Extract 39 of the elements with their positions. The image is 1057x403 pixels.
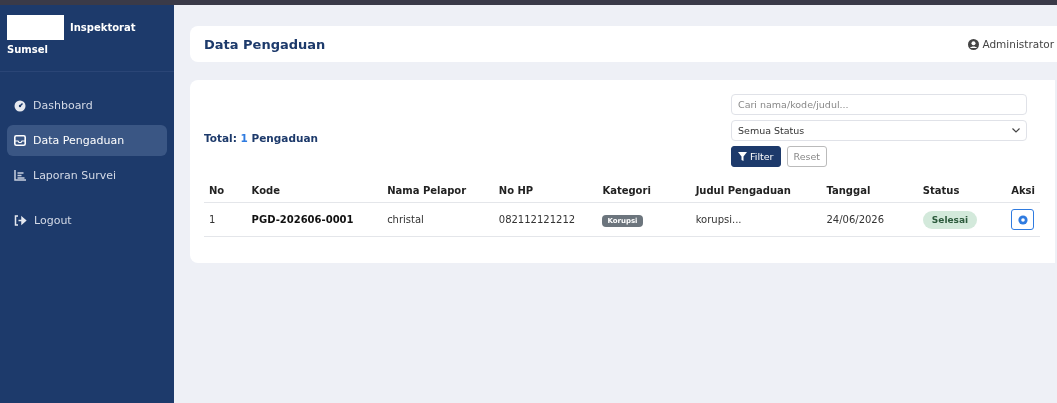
status-select[interactable]: Semua Status [731,120,1027,141]
search-field[interactable]: Cari nama/kode/judul... [731,94,1027,115]
column-header: No HP [493,179,598,203]
page-title: Data Pengaduan [204,36,326,52]
dashboard-icon [14,99,26,112]
table-cell: 082112121212 [493,202,598,237]
column-header: Status [917,179,1007,203]
filter-button[interactable]: Filter [731,146,781,167]
logo-image [7,15,64,40]
view-button[interactable] [1011,209,1035,230]
column-header: Aksi [1006,179,1040,203]
table-cell: PGD-202606-0001 [246,202,383,237]
chevron-down-icon [1012,128,1020,133]
sidebar-item[interactable]: Data Pengaduan [7,125,167,156]
sidebar-item[interactable]: Dashboard [7,90,167,121]
inbox-icon [14,135,26,146]
table-cell: korupsi... [690,202,822,237]
column-header: Tanggal [821,179,918,203]
eye-icon [1017,214,1028,225]
funnel-icon [738,152,747,161]
sidebar-item[interactable]: Laporan Survei [7,160,167,191]
chart-icon [14,170,26,181]
table-cell: 1 [204,202,247,237]
sidebar-item[interactable]: Logout [7,205,167,236]
brand-subtitle: Sumsel [7,44,49,55]
user-icon [968,38,980,50]
column-header: No [204,179,247,203]
user-name[interactable]: Administrator [982,38,1054,50]
total-count: Total: 1 Pengaduan [204,131,318,144]
column-header: Kategori [597,179,691,203]
status-badge: Selesai [922,211,978,229]
column-header: Kode [246,179,383,203]
brand-name: Inspektorat [70,21,136,33]
table-cell: 24/06/2026 [821,202,918,237]
logout-icon [14,215,27,226]
table-cell: christal [382,202,494,237]
column-header: Nama Pelapor [382,179,494,203]
column-header: Judul Pengaduan [690,179,822,203]
reset-button[interactable]: Reset [786,146,828,167]
